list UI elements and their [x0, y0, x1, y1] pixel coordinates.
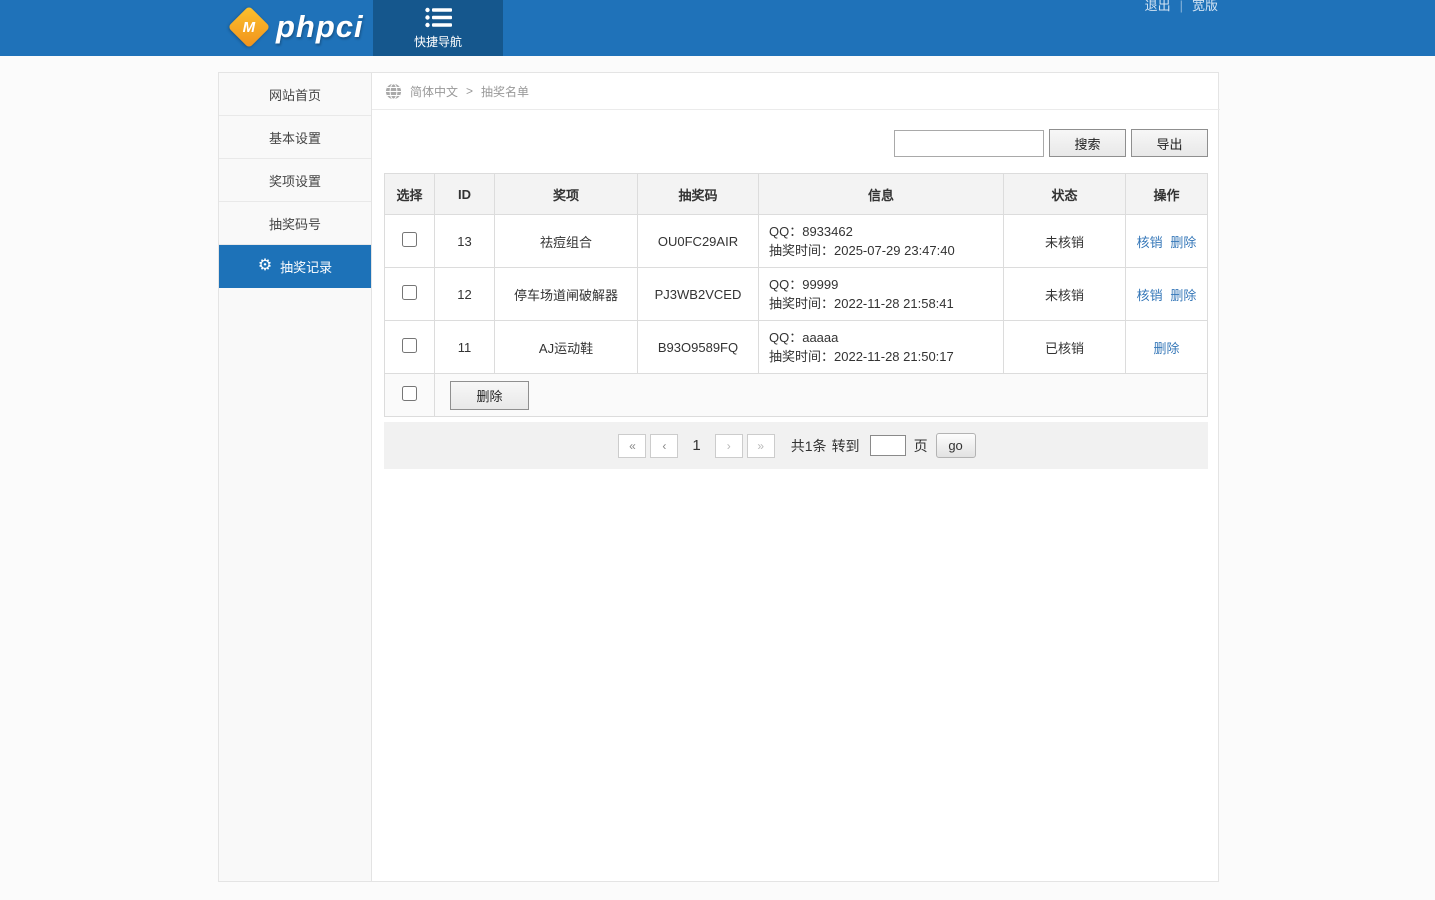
logout-link[interactable]: 退出 — [1145, 0, 1171, 13]
search-button[interactable]: 搜索 — [1049, 129, 1126, 157]
table-row: 11 AJ运动鞋 B93O9589FQ QQ：aaaaa 抽奖时间：2022-1… — [385, 321, 1208, 374]
cell-status: 未核销 — [1004, 268, 1126, 321]
cell-status: 已核销 — [1004, 321, 1126, 374]
row-checkbox[interactable] — [402, 232, 417, 247]
breadcrumb-page: 抽奖名单 — [481, 83, 529, 100]
logo-badge-letter: M — [243, 19, 256, 36]
cell-info: QQ：99999 抽奖时间：2022-11-28 21:58:41 — [759, 268, 1004, 321]
table-header-row: 选择 ID 奖项 抽奖码 信息 状态 操作 — [385, 174, 1208, 215]
header-code: 抽奖码 — [638, 174, 759, 215]
globe-icon — [385, 83, 402, 100]
first-page-button[interactable]: « — [618, 434, 646, 458]
last-page-button[interactable]: » — [747, 434, 775, 458]
quick-nav-label: 快捷导航 — [414, 33, 462, 50]
sidebar-item-label: 网站首页 — [269, 85, 321, 104]
cell-code: PJ3WB2VCED — [638, 268, 759, 321]
header-status: 状态 — [1004, 174, 1126, 215]
footer-actions-cell: 删除 — [435, 374, 1208, 417]
pagination-bar: « ‹ 1 › » 共1条 转到 页 go — [384, 422, 1208, 469]
breadcrumb-language: 简体中文 — [410, 83, 458, 100]
header-prize: 奖项 — [495, 174, 638, 215]
cell-prize: AJ运动鞋 — [495, 321, 638, 374]
delete-link[interactable]: 删除 — [1153, 341, 1179, 356]
logo-diamond-icon: M — [228, 6, 270, 48]
content-body: 搜索 导出 选择 ID 奖项 抽奖码 信息 状态 操 — [372, 110, 1220, 481]
sidebar-item-label: 抽奖码号 — [269, 214, 321, 233]
sidebar-item-lottery-codes[interactable]: 抽奖码号 — [219, 202, 371, 245]
export-button[interactable]: 导出 — [1131, 129, 1208, 157]
app-logo: M phpci — [228, 9, 364, 45]
sidebar-item-label: 抽奖记录 — [280, 257, 332, 276]
delete-link[interactable]: 删除 — [1170, 235, 1196, 250]
current-page-number: 1 — [692, 437, 700, 454]
cell-id: 13 — [435, 215, 495, 268]
top-header-bar: M phpci 快捷导航 退出 | 宽版 — [0, 0, 1435, 56]
table-row: 13 祛痘组合 OU0FC29AIR QQ：8933462 抽奖时间：2025-… — [385, 215, 1208, 268]
page-suffix-text: 页 — [914, 436, 928, 456]
table-row: 12 停车场道闸破解器 PJ3WB2VCED QQ：99999 抽奖时间：202… — [385, 268, 1208, 321]
cell-actions: 删除 — [1126, 321, 1208, 374]
sidebar: 网站首页 基本设置 奖项设置 抽奖码号 ⚙ 抽奖记录 — [219, 73, 372, 881]
info-qq: QQ：99999 — [769, 275, 1003, 294]
cell-code: B93O9589FQ — [638, 321, 759, 374]
cell-info: QQ：8933462 抽奖时间：2025-07-29 23:47:40 — [759, 215, 1004, 268]
go-button[interactable]: go — [936, 433, 976, 458]
cell-id: 12 — [435, 268, 495, 321]
info-time: 抽奖时间：2022-11-28 21:58:41 — [769, 294, 1003, 313]
verify-link[interactable]: 核销 — [1137, 235, 1163, 250]
header-info: 信息 — [759, 174, 1004, 215]
header-actions: 操作 — [1126, 174, 1208, 215]
gear-icon: ⚙ — [258, 258, 272, 274]
sidebar-item-label: 基本设置 — [269, 128, 321, 147]
sidebar-item-basic-settings[interactable]: 基本设置 — [219, 116, 371, 159]
toolbar: 搜索 导出 — [384, 129, 1208, 157]
delete-link[interactable]: 删除 — [1170, 288, 1196, 303]
prev-page-button[interactable]: ‹ — [650, 434, 678, 458]
info-time: 抽奖时间：2022-11-28 21:50:17 — [769, 347, 1003, 366]
bulk-delete-button[interactable]: 删除 — [450, 381, 529, 410]
next-page-button[interactable]: › — [715, 434, 743, 458]
select-all-checkbox[interactable] — [402, 386, 417, 401]
main-panel: 网站首页 基本设置 奖项设置 抽奖码号 ⚙ 抽奖记录 简体中文 > — [218, 72, 1219, 882]
top-links: 退出 | 宽版 — [1145, 0, 1218, 13]
cell-info: QQ：aaaaa 抽奖时间：2022-11-28 21:50:17 — [759, 321, 1004, 374]
sidebar-item-home[interactable]: 网站首页 — [219, 73, 371, 116]
header-select: 选择 — [385, 174, 435, 215]
cell-actions: 核销 删除 — [1126, 215, 1208, 268]
info-qq: QQ：8933462 — [769, 222, 1003, 241]
header-id: ID — [435, 174, 495, 215]
cell-code: OU0FC29AIR — [638, 215, 759, 268]
quick-nav-tab[interactable]: 快捷导航 — [373, 0, 503, 56]
breadcrumb-separator: > — [466, 84, 473, 98]
links-separator: | — [1180, 0, 1183, 13]
goto-text: 转到 — [832, 436, 860, 456]
cell-actions: 核销 删除 — [1126, 268, 1208, 321]
cell-id: 11 — [435, 321, 495, 374]
content-area: 简体中文 > 抽奖名单 搜索 导出 选择 ID — [372, 73, 1220, 881]
info-qq: QQ：aaaaa — [769, 328, 1003, 347]
info-time: 抽奖时间：2025-07-29 23:47:40 — [769, 241, 1003, 260]
cell-status: 未核销 — [1004, 215, 1126, 268]
sidebar-item-lottery-records[interactable]: ⚙ 抽奖记录 — [219, 245, 371, 288]
table-footer-row: 删除 — [385, 374, 1208, 417]
total-count-text: 共1条 — [791, 436, 827, 456]
cell-prize: 停车场道闸破解器 — [495, 268, 638, 321]
sidebar-item-prize-settings[interactable]: 奖项设置 — [219, 159, 371, 202]
page-number-input[interactable] — [870, 435, 906, 456]
verify-link[interactable]: 核销 — [1137, 288, 1163, 303]
sidebar-item-label: 奖项设置 — [269, 171, 321, 190]
search-input[interactable] — [894, 130, 1044, 157]
wide-mode-link[interactable]: 宽版 — [1192, 0, 1218, 13]
logo-text: phpci — [276, 9, 364, 45]
cell-prize: 祛痘组合 — [495, 215, 638, 268]
records-table: 选择 ID 奖项 抽奖码 信息 状态 操作 13 祛痘组合 OU0FC29AI — [384, 173, 1208, 417]
list-icon — [425, 7, 452, 28]
row-checkbox[interactable] — [402, 285, 417, 300]
breadcrumb: 简体中文 > 抽奖名单 — [372, 73, 1220, 110]
row-checkbox[interactable] — [402, 338, 417, 353]
